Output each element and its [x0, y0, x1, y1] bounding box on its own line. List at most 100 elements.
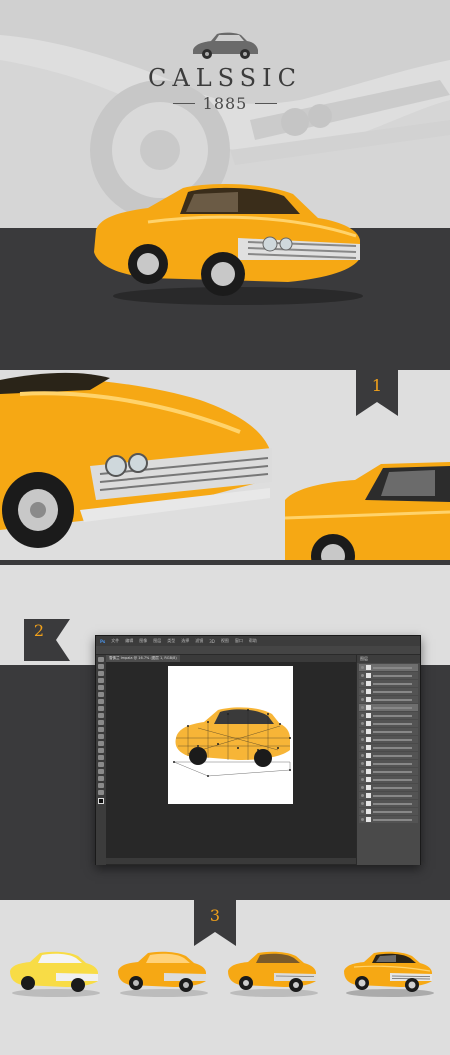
layer-thumbnail: [366, 785, 371, 790]
foreground-color-swatch[interactable]: [98, 798, 104, 804]
layer-name: [373, 802, 412, 805]
visibility-icon[interactable]: [361, 762, 364, 765]
layer-row[interactable]: [359, 816, 418, 823]
step-1-section: 1: [0, 350, 450, 565]
ps-menu-item[interactable]: 图层: [153, 638, 161, 644]
layer-row[interactable]: [359, 672, 418, 679]
step-1-number: 1: [371, 376, 383, 395]
visibility-icon[interactable]: [361, 714, 364, 717]
brand-year: 1885: [202, 94, 248, 113]
layer-row[interactable]: [359, 744, 418, 751]
ps-options-bar[interactable]: [96, 646, 420, 655]
layer-row[interactable]: [359, 680, 418, 687]
quick-select-tool-icon[interactable]: [98, 678, 104, 683]
brush-tool-icon[interactable]: [98, 706, 104, 711]
layer-row[interactable]: [359, 776, 418, 783]
layer-name: [373, 754, 412, 757]
layer-row[interactable]: [359, 784, 418, 791]
step-2-section: 2 Ps 文件 编辑 图像 图层 类型 选择 滤镜 3D 视图 窗口 帮助 雪佛…: [0, 565, 450, 895]
ps-menu-item[interactable]: 滤镜: [195, 638, 203, 644]
history-brush-tool-icon[interactable]: [98, 720, 104, 725]
visibility-icon[interactable]: [361, 730, 364, 733]
ps-menu-item[interactable]: 视图: [221, 638, 229, 644]
gradient-tool-icon[interactable]: [98, 734, 104, 739]
layer-row[interactable]: [359, 688, 418, 695]
type-tool-icon[interactable]: [98, 762, 104, 767]
layer-row[interactable]: [359, 720, 418, 727]
layer-row[interactable]: [359, 728, 418, 735]
visibility-icon[interactable]: [361, 682, 364, 685]
layer-thumbnail: [366, 801, 371, 806]
ps-canvas-area[interactable]: [106, 662, 356, 865]
layer-row[interactable]: [359, 760, 418, 767]
hand-tool-icon[interactable]: [98, 783, 104, 788]
layer-row[interactable]: [359, 712, 418, 719]
zoom-tool-icon[interactable]: [98, 790, 104, 795]
visibility-icon[interactable]: [361, 818, 364, 821]
layer-row[interactable]: [359, 736, 418, 743]
layer-row[interactable]: [359, 808, 418, 815]
marquee-tool-icon[interactable]: [98, 664, 104, 669]
layer-name: [373, 690, 412, 693]
layer-name: [373, 762, 412, 765]
pen-tool-icon[interactable]: [98, 755, 104, 760]
visibility-icon[interactable]: [361, 778, 364, 781]
dodge-tool-icon[interactable]: [98, 748, 104, 753]
layer-thumbnail: [366, 777, 371, 782]
layer-row[interactable]: [359, 704, 418, 711]
layer-row[interactable]: [359, 800, 418, 807]
layer-name: [373, 738, 412, 741]
visibility-icon[interactable]: [361, 810, 364, 813]
visibility-icon[interactable]: [361, 674, 364, 677]
layer-row[interactable]: [359, 752, 418, 759]
eyedropper-tool-icon[interactable]: [98, 692, 104, 697]
step-3-section: 3: [0, 895, 450, 1055]
ps-canvas[interactable]: [168, 666, 293, 804]
ps-menu-item[interactable]: 帮助: [249, 638, 257, 644]
layer-name: [373, 666, 412, 669]
dark-strip: [0, 350, 450, 370]
ps-menu-item[interactable]: 选择: [181, 638, 189, 644]
visibility-icon[interactable]: [361, 754, 364, 757]
layer-name: [373, 818, 412, 821]
ps-layers-panel: 图层: [356, 655, 420, 865]
move-tool-icon[interactable]: [98, 657, 104, 662]
ps-menu-item[interactable]: 文件: [111, 638, 119, 644]
visibility-icon[interactable]: [361, 722, 364, 725]
visibility-icon[interactable]: [361, 738, 364, 741]
layer-row[interactable]: [359, 696, 418, 703]
eraser-tool-icon[interactable]: [98, 727, 104, 732]
shape-tool-icon[interactable]: [98, 776, 104, 781]
lasso-tool-icon[interactable]: [98, 671, 104, 676]
stamp-tool-icon[interactable]: [98, 713, 104, 718]
visibility-icon[interactable]: [361, 690, 364, 693]
ps-menu-item[interactable]: 窗口: [235, 638, 243, 644]
ps-menu-item[interactable]: Ps: [100, 639, 105, 644]
layer-row[interactable]: [359, 792, 418, 799]
visibility-icon[interactable]: [361, 794, 364, 797]
ps-layers-panel-title[interactable]: 图层: [357, 655, 420, 663]
visibility-icon[interactable]: [361, 666, 364, 669]
brand-logo: CALSSIC 1885: [0, 28, 450, 113]
ps-menu-item[interactable]: 编辑: [125, 638, 133, 644]
ps-document-tab[interactable]: 雪佛兰 Impala @ 16.7% (图层 1, RGB/8): [106, 655, 180, 662]
path-select-tool-icon[interactable]: [98, 769, 104, 774]
layer-thumbnail: [366, 737, 371, 742]
ps-menu-item[interactable]: 图像: [139, 638, 147, 644]
layer-row[interactable]: [359, 768, 418, 775]
ps-menu-item[interactable]: 3D: [209, 639, 215, 644]
ps-menu-item[interactable]: 类型: [167, 638, 175, 644]
crop-tool-icon[interactable]: [98, 685, 104, 690]
healing-tool-icon[interactable]: [98, 699, 104, 704]
visibility-icon[interactable]: [361, 706, 364, 709]
ps-toolbar[interactable]: [96, 655, 106, 865]
step-3-badge: 3: [194, 900, 236, 946]
visibility-icon[interactable]: [361, 802, 364, 805]
visibility-icon[interactable]: [361, 786, 364, 789]
visibility-icon[interactable]: [361, 746, 364, 749]
visibility-icon[interactable]: [361, 698, 364, 701]
blur-tool-icon[interactable]: [98, 741, 104, 746]
layer-thumbnail: [366, 769, 371, 774]
layer-row[interactable]: [359, 664, 418, 671]
visibility-icon[interactable]: [361, 770, 364, 773]
